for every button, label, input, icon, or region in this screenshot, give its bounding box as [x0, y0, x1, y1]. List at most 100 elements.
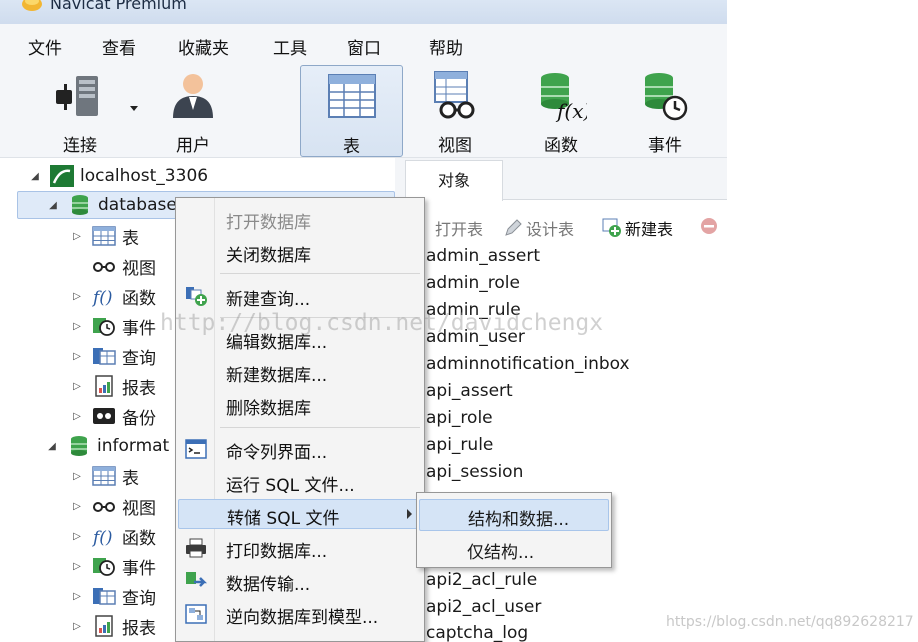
- function-icon: f(x): [541, 73, 587, 122]
- tree-connection[interactable]: ◢ localhost_3306: [28, 162, 208, 190]
- tree-item-queries[interactable]: ▷ 查询: [70, 342, 156, 370]
- table-list-item[interactable]: api_role: [426, 408, 493, 428]
- table-list-item[interactable]: admin_assert: [426, 246, 540, 266]
- collapsed-arrow-icon[interactable]: ▷: [70, 591, 84, 602]
- user-button[interactable]: 用户: [148, 65, 238, 157]
- table-list-item[interactable]: api_rule: [426, 435, 493, 455]
- menu-structure-only[interactable]: 仅结构...: [419, 533, 609, 565]
- query-icon: [92, 345, 116, 367]
- tree-item-views[interactable]: ▷ 视图: [70, 492, 156, 520]
- menu-tools[interactable]: 工具: [273, 34, 307, 59]
- view-button[interactable]: 视图: [410, 65, 500, 157]
- table-button[interactable]: 表: [300, 65, 403, 157]
- function-label: 函数: [544, 136, 578, 156]
- table-list-item[interactable]: adminnotification_inbox: [426, 354, 630, 374]
- menu-delete-database[interactable]: 删除数据库: [178, 390, 422, 420]
- view-glasses-icon: [92, 255, 116, 277]
- footer-watermark: https://blog.csdn.net/qq892628217: [666, 614, 914, 630]
- table-list-item[interactable]: api_assert: [426, 381, 513, 401]
- tree-item-queries[interactable]: ▷ 查询: [70, 582, 156, 610]
- expanded-arrow-icon[interactable]: ◢: [45, 441, 59, 452]
- connect-label: 连接: [63, 136, 97, 156]
- table-list-item[interactable]: api_session: [426, 462, 523, 482]
- tree-item-events[interactable]: ▷ 事件: [70, 552, 156, 580]
- navicat-logo-icon: [22, 0, 42, 11]
- collapsed-arrow-icon[interactable]: ▷: [70, 531, 84, 542]
- design-table-label: 设计表: [526, 220, 575, 239]
- menu-bar: 文件 查看 收藏夹 工具 窗口 帮助: [0, 24, 727, 64]
- database-context-menu: 打开数据库 关闭数据库 新建查询... 编辑数据库... 新建数据库... 删除…: [175, 197, 425, 642]
- connect-button[interactable]: 连接: [35, 65, 125, 157]
- table-list-item[interactable]: api2_acl_user: [426, 597, 541, 617]
- table-list-item[interactable]: api2_acl_rule: [426, 570, 537, 590]
- menu-dump-sql-file[interactable]: 转储 SQL 文件: [178, 499, 422, 529]
- svg-text:f(): f(): [92, 528, 113, 547]
- report-icon: [92, 615, 116, 637]
- collapsed-arrow-icon[interactable]: ▷: [70, 561, 84, 572]
- menu-console[interactable]: 命令列界面...: [178, 434, 422, 464]
- menu-reverse-to-model[interactable]: 逆向数据库到模型...: [178, 599, 422, 629]
- watermark-text: http://blog.csdn.net/davidchengx: [160, 310, 604, 336]
- menu-close-database[interactable]: 关闭数据库: [178, 237, 422, 267]
- tree-item-events[interactable]: ▷ 事件: [70, 312, 156, 340]
- collapsed-arrow-icon[interactable]: ▷: [70, 351, 84, 362]
- collapsed-arrow-icon[interactable]: ▷: [70, 501, 84, 512]
- expanded-arrow-icon[interactable]: ◢: [28, 171, 42, 182]
- function-fx-icon: f(): [92, 285, 116, 307]
- event-button[interactable]: 事件: [620, 65, 710, 157]
- function-button[interactable]: f(x) 函数: [516, 65, 606, 157]
- tree-item-functions[interactable]: ▷ f() 函数: [70, 282, 156, 310]
- menu-file[interactable]: 文件: [28, 34, 62, 59]
- table-list-item[interactable]: captcha_log: [426, 623, 528, 642]
- menu-structure-and-data[interactable]: 结构和数据...: [419, 499, 609, 531]
- menu-view[interactable]: 查看: [102, 34, 136, 59]
- new-table-icon: [602, 218, 621, 237]
- menu-data-transfer[interactable]: 数据传输...: [178, 566, 422, 596]
- connect-plug-icon: [56, 76, 98, 116]
- open-table-button[interactable]: 打开表: [435, 216, 483, 240]
- connection-name: localhost_3306: [80, 166, 209, 186]
- new-table-button[interactable]: 新建表: [602, 216, 673, 240]
- title-bar: Navicat Premium: [0, 0, 727, 24]
- menu-favorites[interactable]: 收藏夹: [178, 34, 229, 59]
- tree-item-views[interactable]: 视图: [70, 252, 156, 280]
- table-list-item[interactable]: admin_role: [426, 273, 520, 293]
- tree-item-reports[interactable]: ▷ 报表: [70, 372, 156, 400]
- collapsed-arrow-icon[interactable]: ▷: [70, 471, 84, 482]
- menu-open-database[interactable]: 打开数据库: [178, 204, 422, 234]
- menu-window[interactable]: 窗口: [347, 34, 381, 59]
- tree-label: 视图: [122, 498, 156, 519]
- printer-icon: [186, 538, 206, 558]
- collapsed-arrow-icon[interactable]: ▷: [70, 621, 84, 632]
- tree-database-information[interactable]: ◢ informat: [45, 432, 169, 460]
- tree-item-tables[interactable]: ▷ 表: [70, 462, 139, 490]
- delete-table-button[interactable]: [699, 216, 722, 236]
- delete-icon: [701, 218, 717, 234]
- collapsed-arrow-icon[interactable]: ▷: [70, 411, 84, 422]
- design-table-button[interactable]: 设计表: [503, 216, 574, 240]
- menu-new-query[interactable]: 新建查询...: [178, 281, 422, 311]
- open-table-label: 打开表: [435, 220, 484, 239]
- menu-new-database[interactable]: 新建数据库...: [178, 357, 422, 387]
- table-icon: [92, 465, 116, 487]
- collapsed-arrow-icon[interactable]: ▷: [70, 321, 84, 332]
- menu-help[interactable]: 帮助: [429, 34, 463, 59]
- event-icon: [645, 73, 688, 121]
- menu-run-sql-file[interactable]: 运行 SQL 文件...: [178, 467, 422, 497]
- data-transfer-icon: [186, 572, 208, 587]
- tree-label: 事件: [122, 318, 156, 339]
- tree-item-backups[interactable]: ▷ 备份: [70, 402, 156, 430]
- new-query-icon: [186, 287, 207, 306]
- expanded-arrow-icon[interactable]: ◢: [46, 200, 60, 211]
- collapsed-arrow-icon[interactable]: ▷: [70, 231, 84, 242]
- tree-item-tables[interactable]: ▷ 表: [70, 222, 139, 250]
- table-label: 表: [343, 137, 360, 157]
- tree-item-functions[interactable]: ▷ f() 函数: [70, 522, 156, 550]
- tree-label: 查询: [122, 348, 156, 369]
- connect-dropdown-arrow-icon[interactable]: [130, 106, 138, 111]
- tab-objects[interactable]: 对象: [405, 160, 503, 201]
- menu-print-database[interactable]: 打印数据库...: [178, 533, 422, 563]
- tree-item-reports[interactable]: ▷ 报表: [70, 612, 156, 640]
- collapsed-arrow-icon[interactable]: ▷: [70, 291, 84, 302]
- collapsed-arrow-icon[interactable]: ▷: [70, 381, 84, 392]
